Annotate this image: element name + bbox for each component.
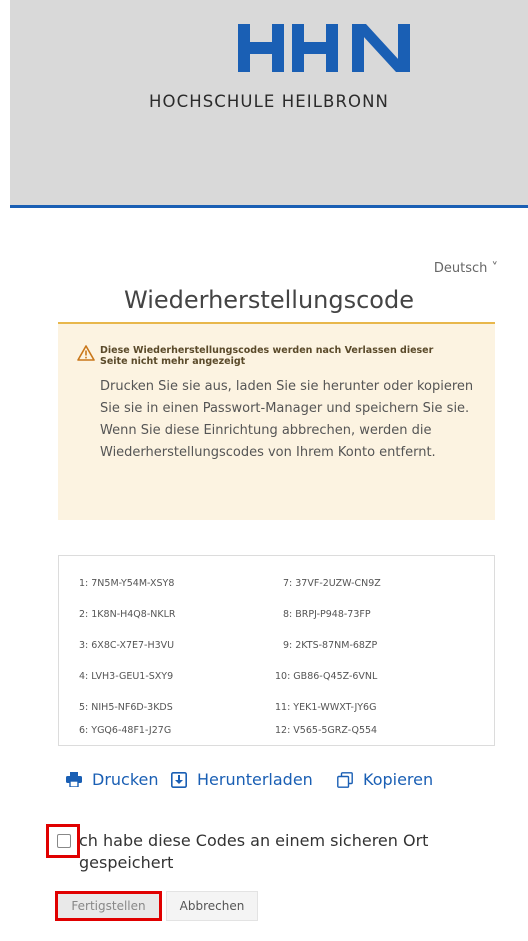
confirm-label[interactable]: ch habe diese Codes an einem sicheren Or…	[79, 830, 459, 874]
recovery-code: 8: BRPJ-P948-73FP	[283, 609, 371, 620]
warning-heading: Diese Wiederherstellungscodes werden nac…	[100, 345, 434, 367]
recovery-code: 7: 37VF-2UZW-CN9Z	[283, 578, 381, 589]
recovery-code: 12: V565-5GRZ-Q554	[275, 725, 378, 736]
recovery-code: 1: 7N5M-Y54M-XSY8	[79, 578, 175, 589]
confirm-checkbox[interactable]	[57, 834, 71, 848]
confirm-checkbox-highlight	[46, 824, 80, 858]
recovery-code: 10: GB86-Q45Z-6VNL	[275, 671, 378, 682]
recovery-code: 9: 2KTS-87NM-68ZP	[283, 640, 378, 651]
download-icon	[171, 771, 187, 788]
code-actions: Drucken Herunterladen Kopieren	[66, 770, 506, 794]
copy-label: Kopieren	[363, 770, 434, 789]
language-selector[interactable]: Deutsch ˅	[434, 261, 498, 276]
page-title: Wiederherstellungscode	[124, 286, 414, 315]
institution-name: HOCHSCHULE HEILBRONN	[148, 92, 389, 111]
left-margin	[0, 0, 10, 941]
copy-icon	[337, 771, 353, 788]
download-label: Herunterladen	[197, 770, 313, 789]
copy-button[interactable]: Kopieren	[337, 770, 433, 789]
recovery-code: 5: NIH5-NF6D-3KDS	[79, 702, 173, 713]
header-banner: HOCHSCHULE HEILBRONN	[10, 0, 528, 208]
recovery-code: 6: YGQ6-48F1-J27G	[79, 725, 172, 736]
warning-triangle-icon	[77, 345, 95, 361]
finish-button[interactable]: Fertigstellen	[55, 891, 162, 921]
warning-text: Drucken Sie sie aus, laden Sie sie herun…	[100, 379, 474, 460]
recovery-code: 2: 1K8N-H4Q8-NKLR	[79, 609, 176, 620]
printer-icon	[66, 772, 82, 787]
hhn-logo	[238, 24, 410, 72]
recovery-code: 3: 6X8C-X7E7-H3VU	[79, 640, 175, 651]
download-button[interactable]: Herunterladen	[171, 770, 313, 789]
cancel-button[interactable]: Abbrechen	[166, 891, 258, 921]
recovery-code: 11: YEK1-WWXT-JY6G	[275, 702, 377, 713]
warning-box: Diese Wiederherstellungscodes werden nac…	[58, 322, 495, 520]
print-label: Drucken	[92, 770, 159, 789]
recovery-code: 4: LVH3-GEU1-SXY9	[79, 671, 174, 682]
recovery-codes-list: 1: 7N5M-Y54M-XSY8 2: 1K8N-H4Q8-NKLR 3: 6…	[58, 555, 495, 746]
print-button[interactable]: Drucken	[66, 770, 159, 789]
